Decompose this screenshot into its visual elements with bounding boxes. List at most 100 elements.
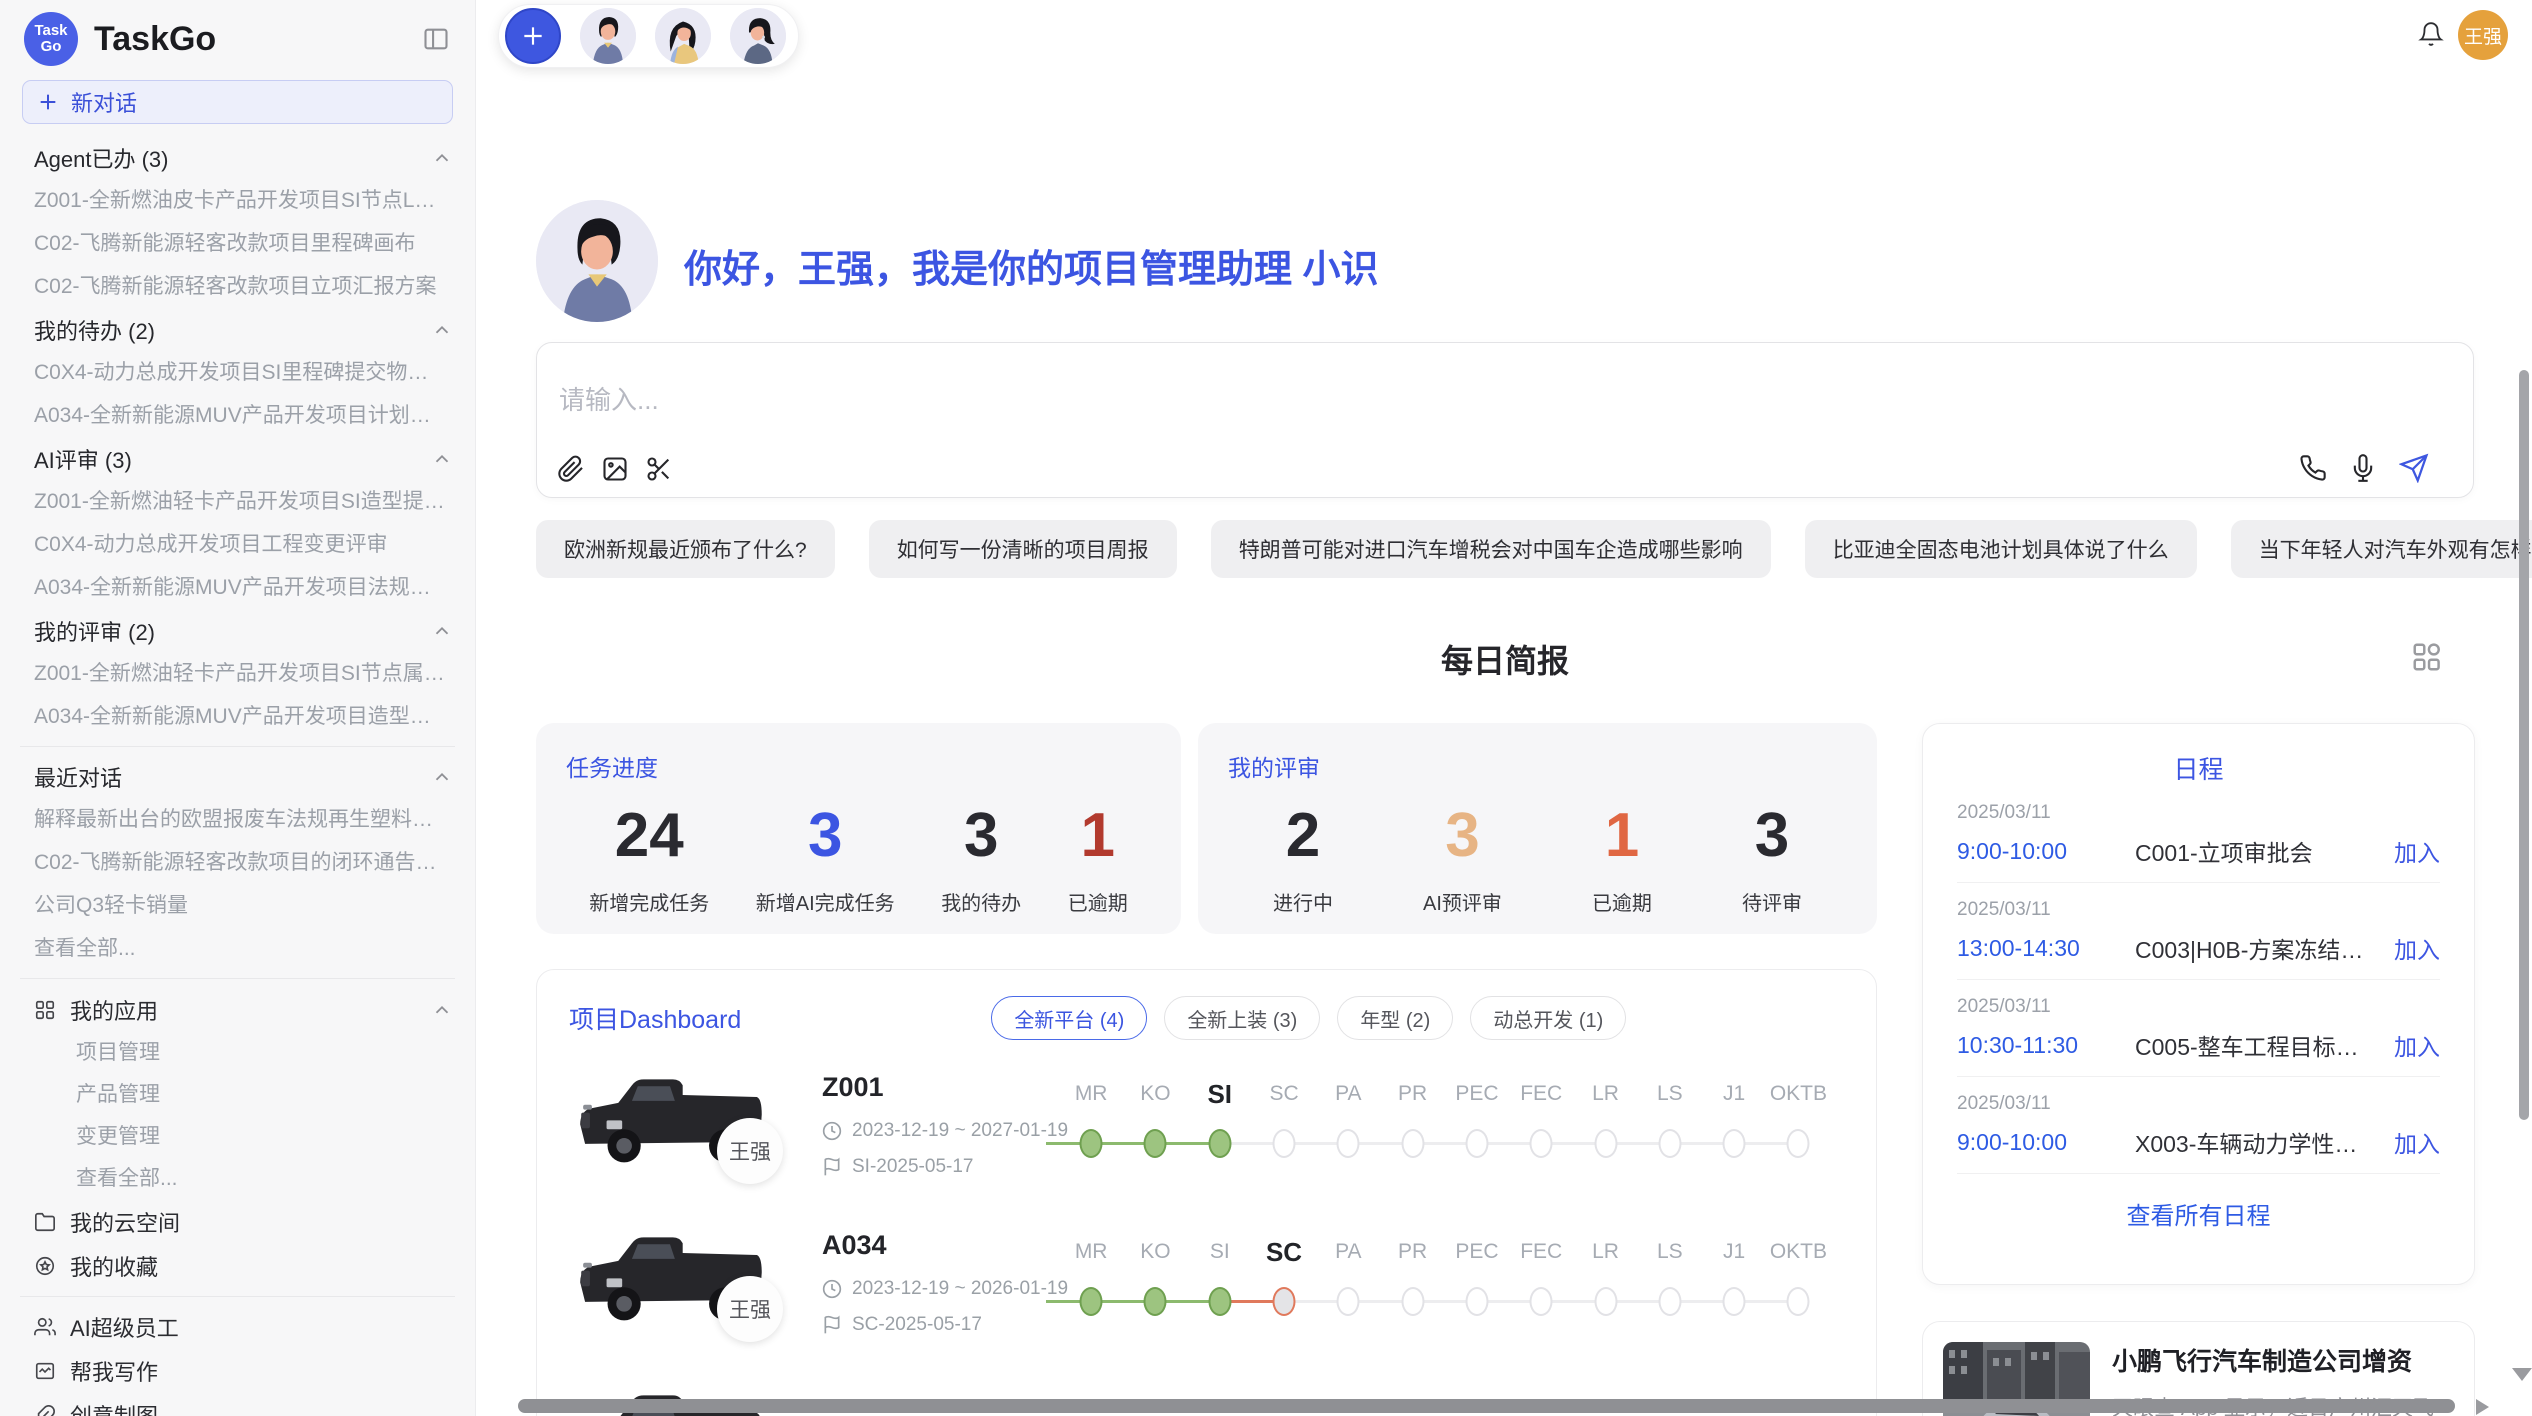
- user-initials: 王强: [2464, 22, 2502, 49]
- suggestion-chip[interactable]: 特朗普可能对进口汽车增税会对中国车企造成哪些影响: [1211, 520, 1771, 578]
- section-title: 我的应用: [70, 994, 158, 1026]
- scroll-right-arrow-icon[interactable]: [2476, 1399, 2489, 1415]
- send-icon[interactable]: [2399, 453, 2429, 483]
- list-item[interactable]: C0X4-动力总成开发项目SI里程碑提交物检查: [20, 351, 455, 394]
- list-item[interactable]: Z001-全新燃油皮卡产品开发项目SI节点Lesson Learn报告: [20, 179, 455, 222]
- event-name: X003-车辆动力学性能验...: [2135, 1125, 2380, 1159]
- sidebar-item-project-mgmt[interactable]: 项目管理: [20, 1032, 455, 1074]
- section-my-todo[interactable]: 我的待办 (2): [20, 308, 455, 351]
- join-button[interactable]: 加入: [2394, 931, 2440, 965]
- section-recent-chats[interactable]: 最近对话: [20, 755, 455, 798]
- project-next-milestone: SI-2025-05-17: [822, 1156, 973, 1178]
- milestone-ko: KO: [1123, 1076, 1187, 1206]
- vertical-scrollbar[interactable]: [2519, 370, 2529, 1120]
- milestone-label: OKTB: [1766, 1076, 1830, 1112]
- milestone-node: [1080, 1287, 1103, 1316]
- sidebar-item-favorites[interactable]: 我的收藏: [20, 1244, 455, 1288]
- list-item[interactable]: Z001-全新燃油轻卡产品开发项目SI节点属性5D文件评审: [20, 652, 455, 695]
- milestone-label: OKTB: [1766, 1234, 1830, 1270]
- sidebar-item-cloud-space[interactable]: 我的云空间: [20, 1200, 455, 1244]
- tab-powertrain[interactable]: 动总开发 (1): [1470, 996, 1626, 1040]
- milestone-mr: MR: [1059, 1234, 1123, 1364]
- scissors-icon[interactable]: [645, 455, 673, 483]
- suggestion-chip[interactable]: 比亚迪全固态电池计划具体说了什么: [1805, 520, 2197, 578]
- project-row[interactable]: 王强 Z001 2023-12-19 ~ 2027-01-19 SI-2025-…: [537, 1056, 1876, 1214]
- list-item[interactable]: Z001-全新燃油轻卡产品开发项目SI造型提交物评审: [20, 480, 455, 523]
- sidebar-item-my-apps[interactable]: 我的应用: [20, 987, 455, 1032]
- suggestion-chips: 欧洲新规最近颁布了什么? 如何写一份清晰的项目周报 特朗普可能对进口汽车增税会对…: [536, 520, 2474, 578]
- sidebar-item-creative-draw[interactable]: 创意制图: [20, 1393, 455, 1416]
- milestone-label: PA: [1316, 1076, 1380, 1112]
- section-ai-review[interactable]: AI评审 (3): [20, 437, 455, 480]
- list-item[interactable]: C02-飞腾新能源轻客改款项目里程碑画布: [20, 222, 455, 265]
- milestone-label: J1: [1702, 1076, 1766, 1112]
- tab-new-body[interactable]: 全新上装 (3): [1164, 996, 1320, 1040]
- section-agent-done[interactable]: Agent已办 (3): [20, 136, 455, 179]
- dashboard-title: 项目Dashboard: [569, 1000, 741, 1036]
- stat-overdue: 1 已逾期: [1068, 797, 1128, 916]
- horizontal-scrollbar[interactable]: [518, 1399, 2455, 1413]
- attachment-icon[interactable]: [557, 455, 585, 483]
- view-all-chats[interactable]: 查看全部...: [20, 927, 455, 970]
- join-button[interactable]: 加入: [2394, 1028, 2440, 1062]
- add-agent-button[interactable]: [505, 8, 561, 64]
- stat-my-todo: 3 我的待办: [941, 797, 1021, 916]
- view-all-apps[interactable]: 查看全部...: [20, 1158, 455, 1200]
- phone-icon[interactable]: [2299, 454, 2327, 482]
- schedule-card: 日程 2025/03/11 9:00-10:00 C001-立项审批会 加入 2…: [1922, 723, 2475, 1285]
- suggestion-chip[interactable]: 如何写一份清晰的项目周报: [869, 520, 1177, 578]
- app-title: TaskGo: [94, 20, 216, 59]
- list-item[interactable]: 公司Q3轻卡销量: [20, 884, 455, 927]
- milestone-pr: PR: [1380, 1076, 1444, 1206]
- news-title[interactable]: 小鹏飞行汽车制造公司增资: [2112, 1342, 2454, 1378]
- view-all-schedule-link[interactable]: 查看所有日程: [1957, 1196, 2440, 1231]
- milestone-node: [1787, 1287, 1810, 1316]
- tab-new-platform[interactable]: 全新平台 (4): [991, 996, 1147, 1040]
- user-avatar[interactable]: 王强: [2458, 10, 2508, 60]
- notification-bell-icon[interactable]: [2418, 20, 2444, 48]
- section-my-review[interactable]: 我的评审 (2): [20, 609, 455, 652]
- milestone-label: PA: [1316, 1234, 1380, 1270]
- sidebar-item-ai-super-staff[interactable]: AI超级员工: [20, 1305, 455, 1349]
- list-item[interactable]: A034-全新新能源MUV产品开发项目造型可行性评审: [20, 695, 455, 738]
- sidebar-collapse-icon[interactable]: [421, 25, 451, 53]
- suggestion-chip[interactable]: 欧洲新规最近颁布了什么?: [536, 520, 835, 578]
- join-button[interactable]: 加入: [2394, 834, 2440, 868]
- mic-icon[interactable]: [2349, 454, 2377, 482]
- agent-switcher: [498, 4, 799, 68]
- chat-input[interactable]: [559, 385, 1759, 416]
- link-label: 帮我写作: [70, 1355, 158, 1387]
- milestone-track: MRKOSISCPAPRPECFECLRLSJ1OKTB: [1059, 1234, 1831, 1364]
- milestone-label: KO: [1123, 1234, 1187, 1270]
- scroll-down-arrow-icon[interactable]: [2512, 1368, 2532, 1381]
- tab-model-year[interactable]: 年型 (2): [1337, 996, 1453, 1040]
- sidebar-item-help-write[interactable]: 帮我写作: [20, 1349, 455, 1393]
- new-chat-button[interactable]: 新对话: [22, 80, 453, 124]
- sidebar-item-product-mgmt[interactable]: 产品管理: [20, 1074, 455, 1116]
- list-item[interactable]: A034-全新新能源MUV产品开发项目计划变更表编写: [20, 394, 455, 437]
- image-icon[interactable]: [601, 455, 629, 483]
- list-item[interactable]: 解释最新出台的欧盟报废车法规再生塑料比例被调至15%...: [20, 798, 455, 841]
- project-owner-badge: 王强: [717, 1276, 783, 1342]
- list-item[interactable]: C0X4-动力总成开发项目工程变更评审: [20, 523, 455, 566]
- join-button[interactable]: 加入: [2394, 1125, 2440, 1159]
- event-name: C001-立项审批会: [2135, 834, 2380, 868]
- avatar[interactable]: [580, 8, 636, 64]
- list-item[interactable]: C02-飞腾新能源轻客改款项目立项汇报方案: [20, 265, 455, 308]
- milestone-track: MRKOSISCPAPRPECFECLRLSJ1OKTB: [1059, 1076, 1831, 1206]
- layout-grid-icon[interactable]: [2412, 642, 2442, 672]
- sidebar-item-change-mgmt[interactable]: 变更管理: [20, 1116, 455, 1158]
- milestone-node: [1530, 1287, 1553, 1316]
- milestone-node: [1144, 1287, 1167, 1316]
- event-time: 10:30-11:30: [1957, 1032, 2135, 1059]
- milestone-node: [1208, 1129, 1231, 1158]
- milestone-label: PEC: [1445, 1076, 1509, 1112]
- list-item[interactable]: C02-飞腾新能源轻客改款项目的闭环通告反馈情况: [20, 841, 455, 884]
- project-row[interactable]: 王强 A034 2023-12-19 ~ 2026-01-19 SC-2025-…: [537, 1214, 1876, 1372]
- avatar[interactable]: [655, 8, 711, 64]
- milestone-node: [1530, 1129, 1553, 1158]
- list-item[interactable]: A034-全新新能源MUV产品开发项目法规符合性评审: [20, 566, 455, 609]
- avatar[interactable]: [730, 8, 786, 64]
- card-title: 我的评审: [1228, 749, 1847, 783]
- suggestion-chip[interactable]: 当下年轻人对汽车外观有怎样的喜好趋势: [2231, 520, 2532, 578]
